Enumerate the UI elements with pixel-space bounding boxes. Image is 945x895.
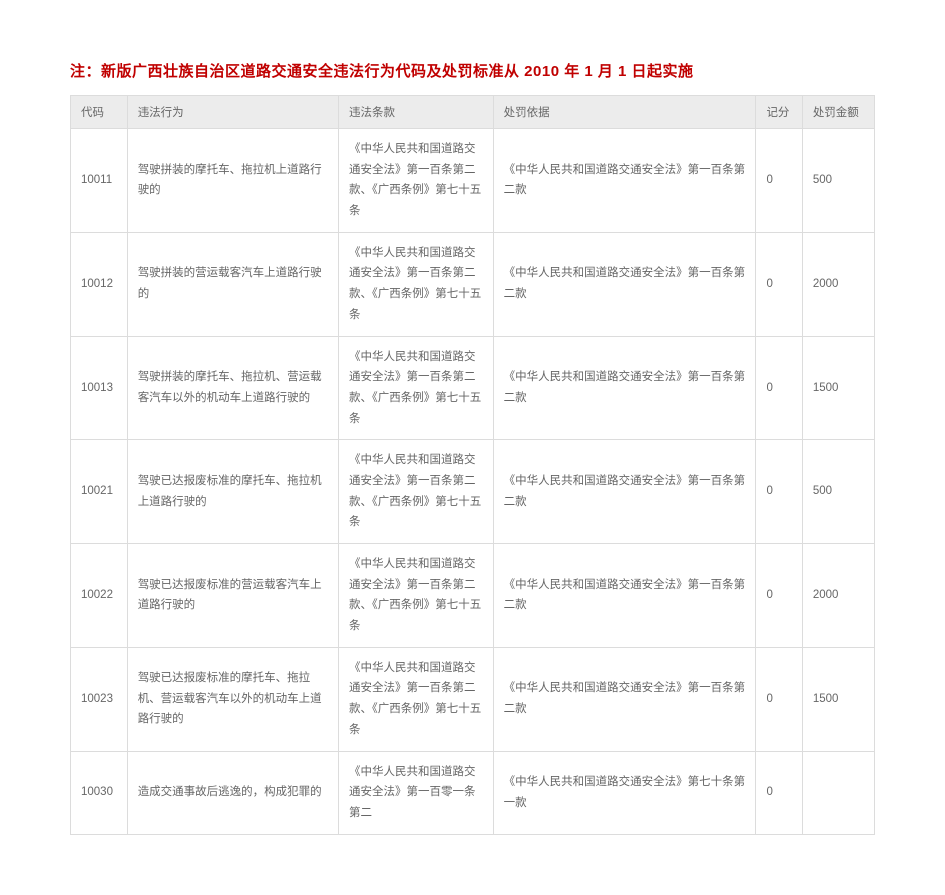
cell-code: 10012 [71,232,128,336]
cell-behavior: 驾驶拼装的营运载客汽车上道路行驶的 [127,232,338,336]
col-basis: 处罚依据 [493,96,756,129]
table-row: 10013 驾驶拼装的摩托车、拖拉机、营运载客汽车以外的机动车上道路行驶的 《中… [71,336,875,440]
cell-fine: 1500 [802,336,874,440]
cell-basis: 《中华人民共和国道路交通安全法》第一百条第二款 [493,440,756,544]
table-header-row: 代码 违法行为 违法条款 处罚依据 记分 处罚金额 [71,96,875,129]
page-title: 注：新版广西壮族自治区道路交通安全违法行为代码及处罚标准从 2010 年 1 月… [70,60,875,81]
cell-score: 0 [756,751,802,834]
cell-code: 10011 [71,129,128,233]
cell-clause: 《中华人民共和国道路交通安全法》第一百条第二款、《广西条例》第七十五条 [338,129,493,233]
cell-basis: 《中华人民共和国道路交通安全法》第一百条第二款 [493,232,756,336]
col-fine: 处罚金额 [802,96,874,129]
cell-score: 0 [756,336,802,440]
col-clause: 违法条款 [338,96,493,129]
cell-score: 0 [756,440,802,544]
cell-fine: 500 [802,440,874,544]
cell-clause: 《中华人民共和国道路交通安全法》第一百零一条第二 [338,751,493,834]
table-row: 10011 驾驶拼装的摩托车、拖拉机上道路行驶的 《中华人民共和国道路交通安全法… [71,129,875,233]
cell-behavior: 驾驶已达报废标准的营运载客汽车上道路行驶的 [127,544,338,648]
cell-fine: 500 [802,129,874,233]
cell-score: 0 [756,647,802,751]
cell-code: 10021 [71,440,128,544]
table-row: 10023 驾驶已达报废标准的摩托车、拖拉机、营运载客汽车以外的机动车上道路行驶… [71,647,875,751]
cell-basis: 《中华人民共和国道路交通安全法》第一百条第二款 [493,129,756,233]
cell-basis: 《中华人民共和国道路交通安全法》第一百条第二款 [493,647,756,751]
cell-score: 0 [756,232,802,336]
col-code: 代码 [71,96,128,129]
cell-clause: 《中华人民共和国道路交通安全法》第一百条第二款、《广西条例》第七十五条 [338,647,493,751]
cell-fine: 1500 [802,647,874,751]
cell-code: 10013 [71,336,128,440]
cell-basis: 《中华人民共和国道路交通安全法》第一百条第二款 [493,336,756,440]
table-row: 10012 驾驶拼装的营运载客汽车上道路行驶的 《中华人民共和国道路交通安全法》… [71,232,875,336]
cell-score: 0 [756,544,802,648]
cell-code: 10022 [71,544,128,648]
cell-basis: 《中华人民共和国道路交通安全法》第一百条第二款 [493,544,756,648]
cell-fine: 2000 [802,232,874,336]
table-row: 10021 驾驶已达报废标准的摩托车、拖拉机上道路行驶的 《中华人民共和国道路交… [71,440,875,544]
cell-code: 10023 [71,647,128,751]
violation-table: 代码 违法行为 违法条款 处罚依据 记分 处罚金额 10011 驾驶拼装的摩托车… [70,95,875,835]
cell-clause: 《中华人民共和国道路交通安全法》第一百条第二款、《广西条例》第七十五条 [338,336,493,440]
cell-fine [802,751,874,834]
table-row: 10022 驾驶已达报废标准的营运载客汽车上道路行驶的 《中华人民共和国道路交通… [71,544,875,648]
table-row: 10030 造成交通事故后逃逸的，构成犯罪的 《中华人民共和国道路交通安全法》第… [71,751,875,834]
cell-score: 0 [756,129,802,233]
cell-behavior: 驾驶拼装的摩托车、拖拉机、营运载客汽车以外的机动车上道路行驶的 [127,336,338,440]
cell-behavior: 驾驶已达报废标准的摩托车、拖拉机上道路行驶的 [127,440,338,544]
cell-behavior: 驾驶拼装的摩托车、拖拉机上道路行驶的 [127,129,338,233]
cell-clause: 《中华人民共和国道路交通安全法》第一百条第二款、《广西条例》第七十五条 [338,544,493,648]
cell-basis: 《中华人民共和国道路交通安全法》第七十条第一款 [493,751,756,834]
col-score: 记分 [756,96,802,129]
cell-clause: 《中华人民共和国道路交通安全法》第一百条第二款、《广西条例》第七十五条 [338,440,493,544]
col-behavior: 违法行为 [127,96,338,129]
cell-fine: 2000 [802,544,874,648]
cell-behavior: 造成交通事故后逃逸的，构成犯罪的 [127,751,338,834]
cell-behavior: 驾驶已达报废标准的摩托车、拖拉机、营运载客汽车以外的机动车上道路行驶的 [127,647,338,751]
cell-clause: 《中华人民共和国道路交通安全法》第一百条第二款、《广西条例》第七十五条 [338,232,493,336]
cell-code: 10030 [71,751,128,834]
